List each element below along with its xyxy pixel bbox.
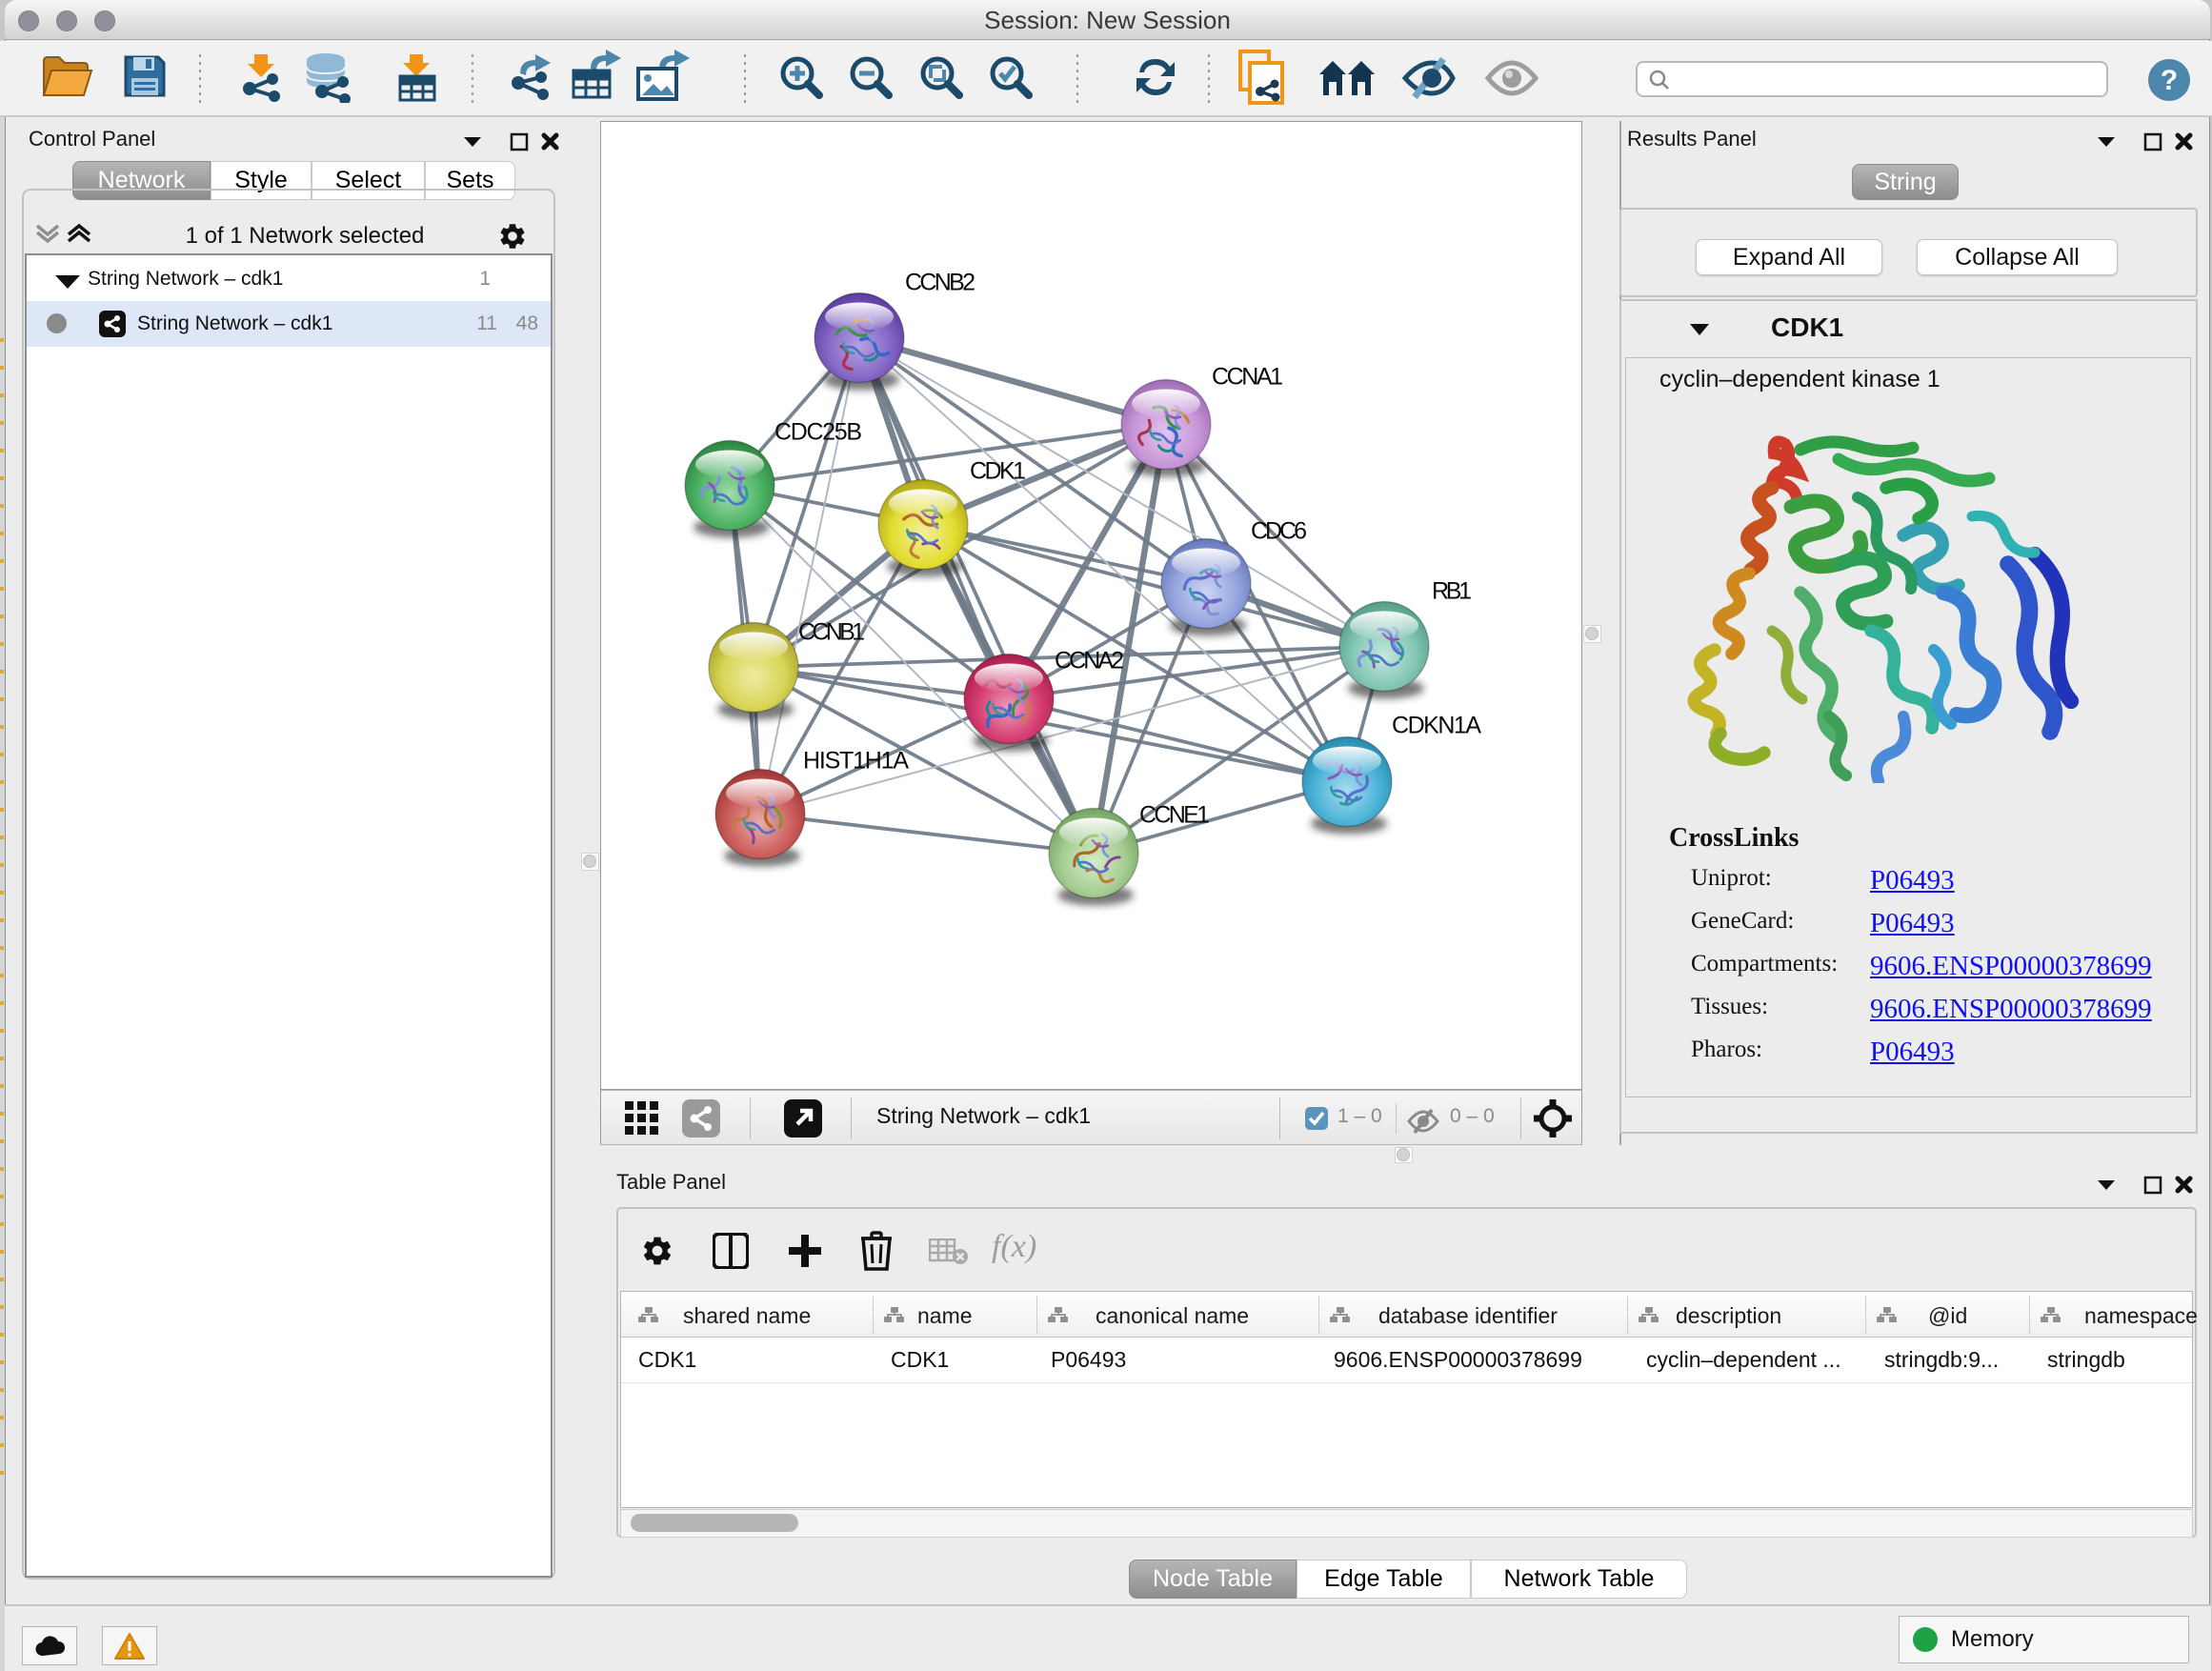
svg-text:CCNA2: CCNA2 (1055, 648, 1124, 674)
svg-text:CDKN1A: CDKN1A (1392, 713, 1481, 739)
svg-text:CCNE1: CCNE1 (1139, 802, 1210, 829)
svg-text:CCNB2: CCNB2 (905, 270, 975, 296)
svg-text:CCNB1: CCNB1 (798, 619, 865, 646)
svg-text:?: ? (2161, 65, 2178, 96)
svg-text:CDC25B: CDC25B (774, 419, 862, 446)
svg-text:HIST1H1A: HIST1H1A (803, 748, 909, 775)
svg-text:CCNA1: CCNA1 (1212, 364, 1283, 391)
svg-text:RB1: RB1 (1432, 578, 1472, 605)
svg-text:CDK1: CDK1 (970, 458, 1026, 485)
svg-text:CDC6: CDC6 (1251, 518, 1307, 545)
